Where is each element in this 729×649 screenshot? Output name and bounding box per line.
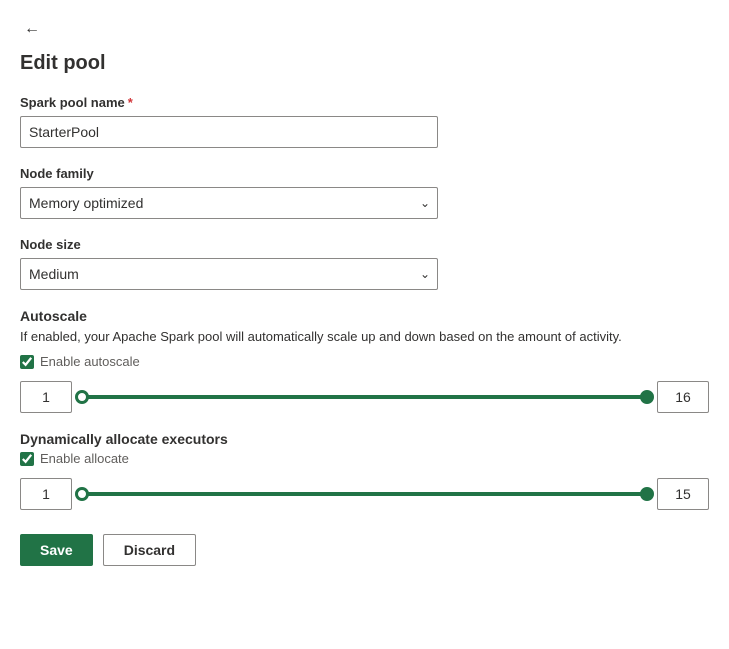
dynamic-executors-slider-row: 1 15 <box>20 478 709 510</box>
autoscale-slider-track-wrapper <box>82 387 647 407</box>
node-size-field: Node size Small Medium Large XLarge XXLa… <box>20 237 709 290</box>
autoscale-checkbox[interactable] <box>20 355 34 369</box>
node-size-select[interactable]: Small Medium Large XLarge XXLarge <box>20 258 438 290</box>
autoscale-checkbox-label: Enable autoscale <box>40 354 140 369</box>
autoscale-slider-right-thumb[interactable] <box>640 390 654 404</box>
save-button[interactable]: Save <box>20 534 93 566</box>
spark-pool-name-field: Spark pool name* <box>20 95 709 148</box>
enable-allocate-label: Enable allocate <box>40 451 129 466</box>
autoscale-slider-track[interactable] <box>82 395 647 399</box>
node-size-select-wrapper: Small Medium Large XLarge XXLarge ⌄ <box>20 258 438 290</box>
dynamic-executors-checkbox-row: Enable allocate <box>20 451 709 466</box>
back-icon: ← <box>24 20 40 38</box>
dynamic-executors-title: Dynamically allocate executors <box>20 431 709 447</box>
back-button[interactable]: ← <box>20 16 44 42</box>
dynamic-executors-slider-track-wrapper <box>82 484 647 504</box>
dynamic-executors-min-box: 1 <box>20 478 72 510</box>
dynamic-executors-max-box: 15 <box>657 478 709 510</box>
dynamic-executors-section: Dynamically allocate executors Enable al… <box>20 431 709 510</box>
node-family-label: Node family <box>20 166 709 181</box>
node-size-label: Node size <box>20 237 709 252</box>
autoscale-description: If enabled, your Apache Spark pool will … <box>20 328 709 346</box>
autoscale-max-box: 16 <box>657 381 709 413</box>
autoscale-min-box: 1 <box>20 381 72 413</box>
action-buttons: Save Discard <box>20 534 709 566</box>
dynamic-executors-slider-track[interactable] <box>82 492 647 496</box>
autoscale-slider-row: 1 16 <box>20 381 709 413</box>
autoscale-section: Autoscale If enabled, your Apache Spark … <box>20 308 709 413</box>
autoscale-checkbox-row: Enable autoscale <box>20 354 709 369</box>
page-title: Edit pool <box>20 52 709 75</box>
enable-allocate-checkbox[interactable] <box>20 452 34 466</box>
spark-pool-name-label: Spark pool name* <box>20 95 709 110</box>
autoscale-slider-left-thumb[interactable] <box>75 390 89 404</box>
discard-button[interactable]: Discard <box>103 534 196 566</box>
dynamic-executors-slider-left-thumb[interactable] <box>75 487 89 501</box>
required-indicator: * <box>128 95 133 110</box>
spark-pool-name-input[interactable] <box>20 116 438 148</box>
dynamic-executors-slider-right-thumb[interactable] <box>640 487 654 501</box>
node-family-select-wrapper: Memory optimized General Purpose Compute… <box>20 187 438 219</box>
autoscale-title: Autoscale <box>20 308 709 324</box>
node-family-field: Node family Memory optimized General Pur… <box>20 166 709 219</box>
node-family-select[interactable]: Memory optimized General Purpose Compute… <box>20 187 438 219</box>
